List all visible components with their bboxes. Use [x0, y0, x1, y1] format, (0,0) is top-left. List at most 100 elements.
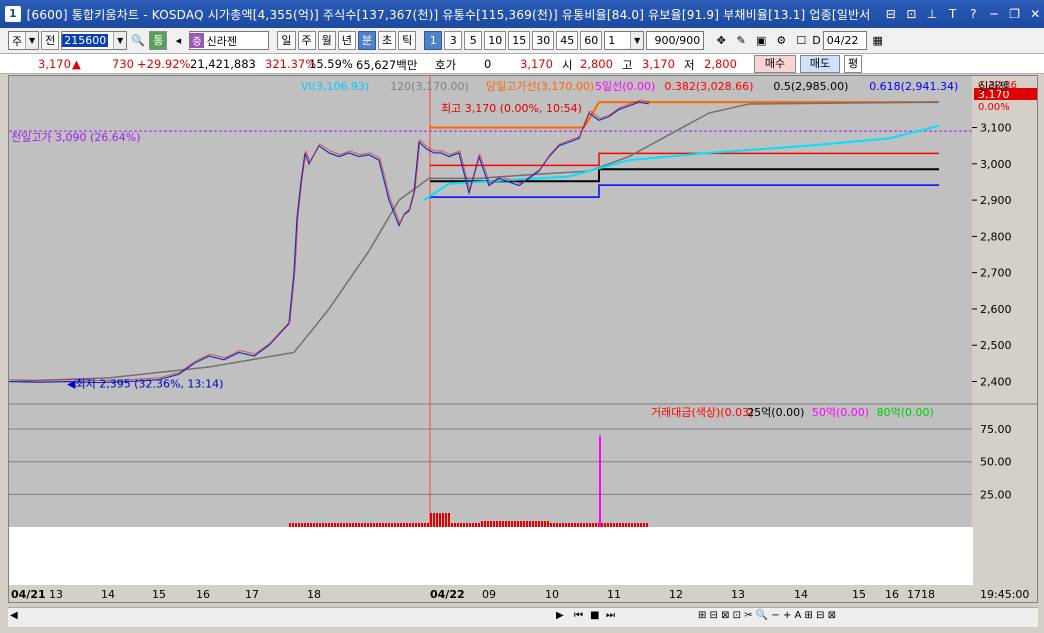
- gear-icon[interactable]: ⚙: [772, 31, 790, 50]
- hoga-price: 3,170: [520, 57, 553, 71]
- speaker-icon[interactable]: ◂: [169, 31, 187, 50]
- scroll-right-icon[interactable]: ▶: [556, 610, 564, 621]
- minute-10[interactable]: 10: [484, 31, 507, 50]
- save-icon[interactable]: ▣: [752, 31, 770, 50]
- x-tick-label: 13: [49, 588, 63, 601]
- legend-item: 당일고가선(3,170.00): [486, 79, 594, 93]
- quote-row: 3,170 ▲ 730 +29.92% 21,421,883 321.37% 1…: [0, 54, 1044, 74]
- x-tick-label: 16: [885, 588, 899, 601]
- prev-high-annotation: 전일고가 3,090 (26.64%): [11, 130, 141, 144]
- open-value: 2,800: [580, 57, 613, 71]
- volume-legend-item: 80억(0.00): [877, 406, 934, 419]
- volume-legend-item: 50억(0.00): [812, 406, 869, 419]
- current-price: 3,170: [38, 57, 71, 71]
- period-day[interactable]: 일: [277, 31, 296, 50]
- low-label: 저: [684, 58, 695, 72]
- y-tick-label: 2,700: [980, 267, 1012, 280]
- y-tick-label: 3,000: [980, 158, 1012, 171]
- maximize-button[interactable]: ❐: [1006, 5, 1024, 23]
- price-chart[interactable]: 3,100 3,000 2,900 2,800 2,700 2,600 2,500 2,400…: [9, 76, 1037, 602]
- help-icon[interactable]: ?: [965, 5, 983, 23]
- rewind-icon[interactable]: ⏮: [574, 610, 583, 621]
- low-annotation: ◀최저 2,395 (32.36%, 13:14): [67, 377, 223, 390]
- chevron-down-icon: ▼: [25, 32, 39, 49]
- legend-item: 0.382(3,028.66): [664, 80, 753, 93]
- volume-bar: [442, 513, 444, 527]
- volume-bar: [439, 513, 441, 527]
- low-value: 2,800: [704, 57, 737, 71]
- chart-area[interactable]: 3,100 3,000 2,900 2,800 2,700 2,600 2,500 2,400…: [8, 75, 1038, 603]
- window-title: [6600] 통합키움차트 - KOSDAQ 시가총액[4,355(억)] 주식…: [26, 7, 871, 22]
- change-value: 730: [112, 57, 134, 71]
- app-icon: 1: [5, 6, 21, 22]
- period-month[interactable]: 월: [317, 31, 336, 50]
- chart-toolbar: 주 ▼ 전 215600 ▼ 🔍 통 ◂ 증 신라젠 일 주 월 년 분 초 틱…: [0, 28, 1044, 54]
- minute-30[interactable]: 30: [532, 31, 555, 50]
- text-icon[interactable]: T: [944, 5, 962, 23]
- forward-icon[interactable]: ⏭: [606, 610, 615, 621]
- minute-45[interactable]: 45: [556, 31, 579, 50]
- volume-tick-label: 50.00: [980, 456, 1012, 469]
- scroll-left-icon[interactable]: ◀: [10, 610, 18, 621]
- frame-icon[interactable]: ⊡: [903, 5, 921, 23]
- stop-icon[interactable]: ■: [590, 610, 599, 621]
- minute-5[interactable]: 5: [464, 31, 483, 50]
- tong-button[interactable]: 통: [149, 31, 168, 50]
- period-year[interactable]: 년: [337, 31, 356, 50]
- x-tick-label: 09: [482, 588, 496, 601]
- eval-button[interactable]: 평: [844, 55, 862, 73]
- hoga-label: 호가: [435, 58, 457, 72]
- crosshair-icon[interactable]: ✥: [712, 31, 730, 50]
- x-tick-label: 18: [921, 588, 935, 601]
- date-input[interactable]: 04/22: [822, 31, 867, 50]
- link-icon[interactable]: ⊟: [882, 5, 900, 23]
- x-tick-label: 04/21: [11, 588, 46, 601]
- minute-15[interactable]: 15: [508, 31, 531, 50]
- volume-legend-item: 25억(0.00): [747, 406, 804, 419]
- period-second[interactable]: 초: [378, 31, 397, 50]
- interval-select[interactable]: 1 ▼: [604, 31, 645, 50]
- minute-60[interactable]: 60: [580, 31, 603, 50]
- count-input[interactable]: 900/900: [646, 31, 705, 50]
- period-select[interactable]: 주 ▼: [8, 31, 40, 50]
- x-tick-label: 14: [101, 588, 115, 601]
- x-tick-label: 04/22: [430, 588, 465, 601]
- period-week[interactable]: 주: [297, 31, 316, 50]
- sell-button[interactable]: 매도: [800, 55, 840, 73]
- search-icon[interactable]: 🔍: [129, 31, 147, 50]
- ma120-line: [9, 101, 940, 383]
- prev-button[interactable]: 전: [41, 31, 60, 50]
- y-tick-label: 2,800: [980, 230, 1012, 243]
- volume-bar: [448, 513, 450, 527]
- legend-item: 0.618(2,941.34): [869, 80, 958, 93]
- minute-1[interactable]: 1: [424, 31, 443, 50]
- minute-3[interactable]: 3: [444, 31, 463, 50]
- buy-button[interactable]: 매수: [754, 55, 796, 73]
- minimize-button[interactable]: ─: [985, 5, 1003, 23]
- title-bar: 1 [6600] 통합키움차트 - KOSDAQ 시가총액[4,355(억)] …: [0, 0, 1044, 28]
- chart-scrollbar[interactable]: ◀ ▶ ⏮ ■ ⏭ ⊞ ⊟ ⊠ ⊡ ✂ 🔍 − + A ⊞ ⊟ ⊠: [8, 607, 1038, 627]
- y-tick-label: 2,600: [980, 303, 1012, 316]
- close-button[interactable]: ✕: [1026, 5, 1044, 23]
- hoga-value: 0: [484, 57, 492, 71]
- draw-tool-icon[interactable]: ✎: [732, 31, 750, 50]
- x-tick-label: 13: [731, 588, 745, 601]
- stock-name-select[interactable]: 증 신라젠: [189, 31, 270, 50]
- fib-line-0.618: [430, 184, 939, 198]
- stock-code-input[interactable]: 215600 ▼: [61, 31, 128, 50]
- x-tick-label: 11: [607, 588, 621, 601]
- period-tick[interactable]: 틱: [398, 31, 417, 50]
- change-pct: +29.92%: [137, 57, 191, 71]
- volume-tick-label: 25.00: [980, 488, 1012, 501]
- high-annotation: 최고 3,170 (0.00%, 10:54): [441, 102, 582, 115]
- volume-bar: [433, 513, 435, 527]
- volume-spike: [599, 435, 601, 527]
- x-tick-label: 17: [245, 588, 259, 601]
- calendar-icon[interactable]: ▦: [869, 31, 887, 50]
- date-checkbox[interactable]: ☐: [792, 31, 810, 50]
- tools-icon[interactable]: ⊞ ⊟ ⊠ ⊡ ✂ 🔍 − + A ⊞ ⊟ ⊠: [698, 610, 836, 621]
- pin-icon[interactable]: ⊥: [923, 5, 941, 23]
- volume-bar: [436, 513, 438, 527]
- period-minute[interactable]: 분: [357, 31, 376, 50]
- x-tick-label: 14: [794, 588, 808, 601]
